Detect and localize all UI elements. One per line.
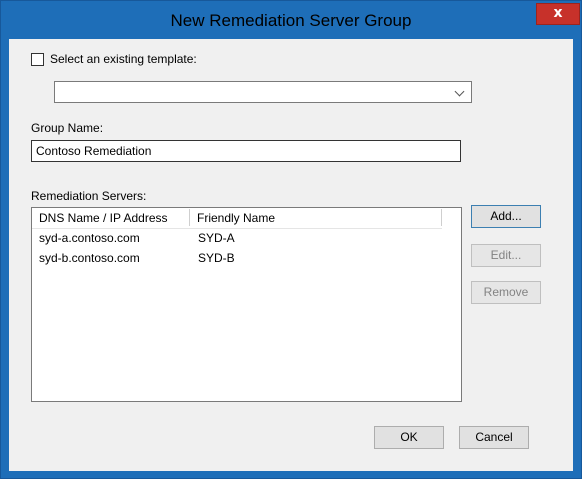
template-dropdown[interactable] bbox=[54, 81, 472, 103]
chevron-down-icon[interactable] bbox=[454, 86, 465, 97]
table-row[interactable]: syd-a.contoso.com SYD-A bbox=[32, 230, 442, 250]
edit-button[interactable]: Edit... bbox=[471, 244, 541, 267]
template-checkbox[interactable] bbox=[31, 53, 44, 66]
cell-friendly-name: SYD-A bbox=[198, 231, 235, 245]
remove-button[interactable]: Remove bbox=[471, 281, 541, 304]
cell-friendly-name: SYD-B bbox=[198, 251, 235, 265]
template-checkbox-label[interactable]: Select an existing template: bbox=[50, 52, 197, 66]
column-divider[interactable] bbox=[441, 209, 442, 226]
cancel-button[interactable]: Cancel bbox=[459, 426, 529, 449]
group-name-label: Group Name: bbox=[31, 121, 104, 135]
add-button[interactable]: Add... bbox=[471, 205, 541, 228]
title-bar[interactable]: New Remediation Server Group x bbox=[1, 1, 581, 39]
table-row[interactable]: syd-b.contoso.com SYD-B bbox=[32, 250, 442, 270]
window-title: New Remediation Server Group bbox=[170, 11, 412, 30]
dialog-window: New Remediation Server Group x Select an… bbox=[0, 0, 582, 479]
list-header: DNS Name / IP Address Friendly Name bbox=[32, 208, 442, 229]
cell-dns: syd-a.contoso.com bbox=[39, 231, 140, 245]
close-icon: x bbox=[553, 5, 563, 21]
cell-dns: syd-b.contoso.com bbox=[39, 251, 140, 265]
group-name-value: Contoso Remediation bbox=[36, 144, 152, 158]
dialog-client-area: Select an existing template: Group Name:… bbox=[9, 39, 573, 471]
group-name-input[interactable]: Contoso Remediation bbox=[31, 140, 461, 162]
ok-button[interactable]: OK bbox=[374, 426, 444, 449]
column-header-dns[interactable]: DNS Name / IP Address bbox=[39, 211, 168, 225]
remediation-servers-label: Remediation Servers: bbox=[31, 189, 147, 203]
remediation-servers-list[interactable]: DNS Name / IP Address Friendly Name syd-… bbox=[31, 207, 462, 402]
column-divider[interactable] bbox=[189, 209, 190, 226]
column-header-friendly-name[interactable]: Friendly Name bbox=[197, 211, 275, 225]
close-button[interactable]: x bbox=[536, 3, 580, 25]
